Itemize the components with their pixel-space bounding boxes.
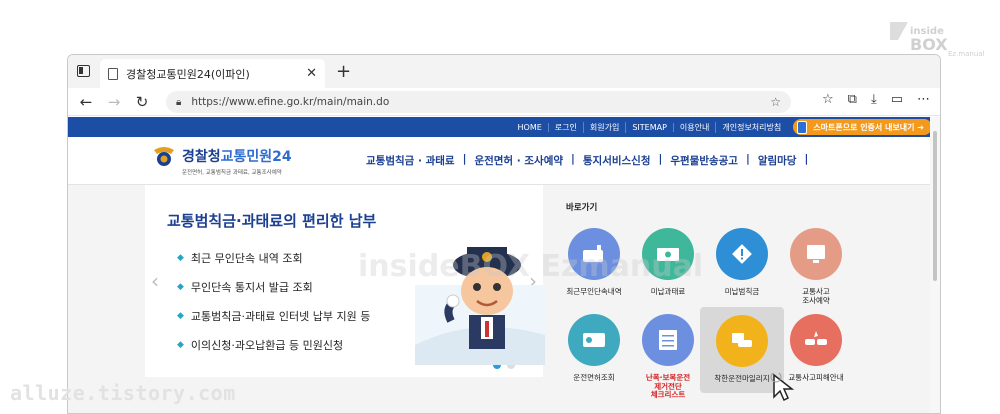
police-emblem-icon bbox=[152, 146, 176, 168]
banner-prev-arrow[interactable]: ‹ bbox=[151, 269, 159, 293]
scrollbar-thumb[interactable] bbox=[933, 131, 937, 281]
topbar-signup-link[interactable]: 회원가입 bbox=[584, 121, 627, 133]
list-item: ◆ 교통범칙금·과태료 인터넷 납부 지원 등 bbox=[177, 309, 371, 323]
new-tab-button[interactable]: + bbox=[336, 61, 351, 82]
page-scrollbar[interactable] bbox=[930, 117, 940, 413]
site-logo[interactable]: 경찰청교통민원24 운전면허, 교통범칙금 과태료, 교통조사예약 bbox=[152, 146, 292, 176]
menu-notify[interactable]: 통지서비스신청 bbox=[575, 153, 659, 168]
monitor-icon bbox=[790, 228, 842, 280]
screenshot-icon[interactable]: ▭ bbox=[891, 92, 903, 107]
quick-license-lookup[interactable]: 운전면허조회 bbox=[552, 311, 636, 397]
diamond-bullet-icon: ◆ bbox=[177, 281, 184, 292]
insidebox-watermark-logo: inside BOX Ez.manual bbox=[890, 22, 986, 58]
browser-tab[interactable]: 경찰청교통민원24(이파인) ✕ bbox=[100, 59, 325, 88]
refresh-icon[interactable]: ↻ bbox=[128, 93, 156, 111]
site-top-bar: HOME 로그인 회원가입 SITEMAP 이용안내 개인정보처리방침 스마트폰… bbox=[68, 117, 940, 137]
police-mascot-illustration bbox=[415, 247, 545, 365]
warning-sign-icon bbox=[716, 228, 768, 280]
forward-icon[interactable]: → bbox=[100, 93, 128, 111]
menu-separator: | bbox=[804, 153, 809, 165]
export-certificate-label: 스마트폰으로 인증서 내보내기 ➜ bbox=[813, 122, 924, 132]
watermark-ezmanual: Ez.manual bbox=[948, 50, 985, 58]
list-item: ◆ 이의신청·과오납환급 등 민원신청 bbox=[177, 338, 344, 352]
mouse-pointer-icon bbox=[770, 373, 795, 402]
logo-subtitle: 운전면허, 교통범칙금 과태료, 교통조사예약 bbox=[182, 170, 282, 176]
mileage-car-icon bbox=[716, 315, 768, 367]
quick-reckless-checklist[interactable]: 난폭·보복운전 제거전단 체크리스트 bbox=[626, 311, 710, 399]
logo-title: 경찰청교통민원24 bbox=[182, 149, 292, 165]
more-menu-icon[interactable]: ⋯ bbox=[917, 92, 930, 107]
banner-feature-list: ◆ 최근 무인단속 내역 조회 ◆ 무인단속 통지서 발급 조회 ◆ 교통범칙금·과태… bbox=[177, 243, 370, 359]
diamond-bullet-icon: ◆ bbox=[177, 252, 184, 263]
quick-unpaid-penalty[interactable]: 미납범칙금 bbox=[700, 225, 784, 311]
tab-title: 경찰청교통민원24(이파인) bbox=[126, 67, 250, 81]
menu-notice[interactable]: 알림마당 bbox=[750, 153, 805, 168]
download-icon[interactable]: ⤓ bbox=[871, 92, 877, 107]
quick-accident-reservation[interactable]: 교통사고 조사예약 bbox=[774, 225, 858, 311]
browser-window: 경찰청교통민원24(이파인) ✕ + ← → ↻ 🔒︎ https://www.… bbox=[67, 54, 941, 414]
favorites-icon[interactable]: ☆ bbox=[822, 92, 834, 107]
topbar-guide-link[interactable]: 이용안내 bbox=[674, 121, 717, 133]
banner-title: 교통범칙금·과태료의 편리한 납부 bbox=[167, 212, 377, 230]
list-item: ◆ 최근 무인단속 내역 조회 bbox=[177, 251, 303, 265]
tab-actions-icon[interactable] bbox=[77, 65, 90, 77]
topbar-sitemap-link[interactable]: SITEMAP bbox=[626, 122, 674, 132]
smartphone-icon bbox=[797, 120, 808, 134]
topbar-privacy-link[interactable]: 개인정보처리방침 bbox=[716, 122, 787, 133]
page-icon bbox=[108, 67, 118, 80]
checklist-icon bbox=[642, 314, 694, 366]
site-header: 경찰청교통민원24 운전면허, 교통범칙금 과태료, 교통조사예약 교통범칙금 … bbox=[68, 137, 940, 185]
favorite-star-icon[interactable]: ☆ bbox=[770, 95, 781, 109]
id-card-icon bbox=[568, 314, 620, 366]
tab-close-icon[interactable]: ✕ bbox=[306, 66, 317, 81]
url-text: https://www.efine.go.kr/main/main.do bbox=[191, 96, 390, 108]
menu-license[interactable]: 운전면허 · 조사예약 bbox=[466, 153, 571, 168]
center-watermark: insideBOX Ezmanual bbox=[358, 249, 704, 284]
url-input[interactable]: 🔒︎ https://www.efine.go.kr/main/main.do … bbox=[166, 91, 791, 113]
tab-bar: 경찰청교통민원24(이파인) ✕ + bbox=[68, 55, 940, 88]
quick-links-title: 바로가기 bbox=[566, 203, 598, 213]
watermark-box-text: BOX bbox=[910, 35, 948, 54]
car-crash-icon bbox=[790, 314, 842, 366]
menu-fines[interactable]: 교통범칙금 · 과태료 bbox=[358, 153, 463, 168]
collections-icon[interactable]: ⧉ bbox=[848, 92, 857, 107]
topbar-home-link[interactable]: HOME bbox=[512, 122, 549, 132]
toolbar-icons: ☆ ⧉ ⤓ ▭ ⋯ bbox=[822, 92, 930, 107]
lock-icon[interactable]: 🔒︎ bbox=[176, 97, 181, 108]
diamond-bullet-icon: ◆ bbox=[177, 339, 184, 350]
main-menu: 교통범칙금 · 과태료 | 운전면허 · 조사예약 | 통지서비스신청 | 우편물반송… bbox=[358, 153, 808, 168]
topbar-login-link[interactable]: 로그인 bbox=[549, 121, 584, 133]
menu-returned-mail[interactable]: 우편물반송공고 bbox=[662, 153, 746, 168]
export-certificate-button[interactable]: 스마트폰으로 인증서 내보내기 ➜ bbox=[793, 119, 932, 135]
back-icon[interactable]: ← bbox=[72, 93, 100, 111]
diamond-bullet-icon: ◆ bbox=[177, 310, 184, 321]
list-item: ◆ 무인단속 통지서 발급 조회 bbox=[177, 280, 313, 294]
address-bar-row: ← → ↻ 🔒︎ https://www.efine.go.kr/main/ma… bbox=[68, 88, 940, 116]
blog-watermark: alluze.tistory.com bbox=[10, 381, 236, 405]
